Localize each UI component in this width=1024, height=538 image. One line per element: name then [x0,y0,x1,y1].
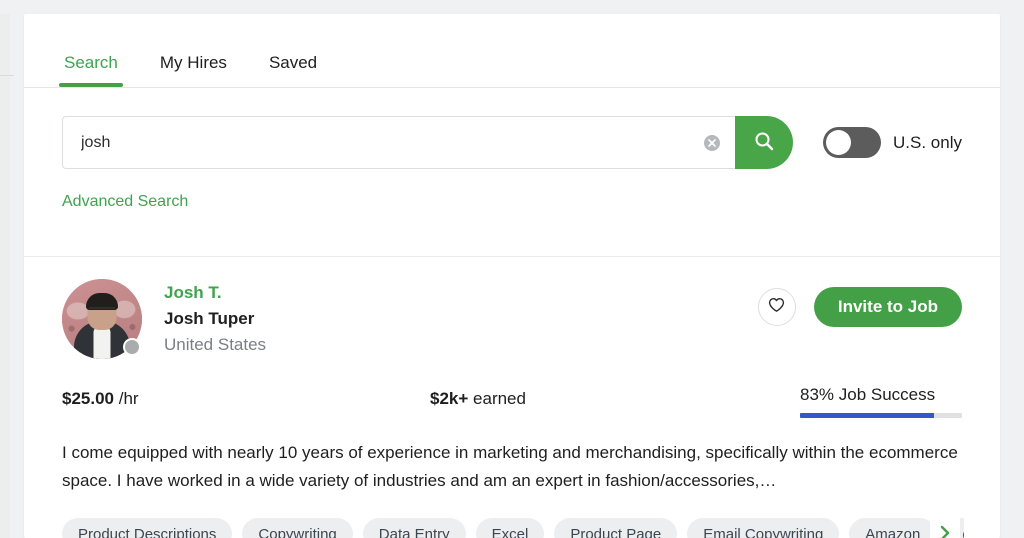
search-button[interactable] [735,116,793,169]
skill-tags-row: Product Descriptions Copywriting Data Entr… [62,517,964,538]
skill-tag[interactable]: Email Copywriting [687,518,839,538]
us-only-label: U.S. only [893,133,962,153]
avatar-wrapper [62,279,142,359]
hourly-rate: $25.00 /hr [62,389,139,409]
heart-icon [768,297,785,318]
tab-my-hires-label: My Hires [160,53,227,72]
skill-tag[interactable]: Excel [476,518,545,538]
result-header: Josh T. Josh Tuper United States Invite … [62,279,962,359]
advanced-search-link[interactable]: Advanced Search [62,193,188,211]
skill-tag[interactable]: Product Descriptions [62,518,232,538]
toggle-knob [826,130,851,155]
skill-tag[interactable]: Copywriting [242,518,352,538]
tab-saved-label: Saved [269,53,317,72]
avatar-shirt [94,327,111,359]
job-success-track [800,413,962,418]
status-indicator-offline [123,338,141,356]
total-earned-label: earned [473,389,526,408]
job-success-fill [800,413,934,418]
freelancer-location: United States [164,332,266,358]
tab-search[interactable]: Search [62,53,120,87]
search-input-container[interactable] [62,116,735,169]
tab-my-hires[interactable]: My Hires [158,53,229,87]
avatar-glasses [89,307,115,314]
search-card: Search My Hires Saved [24,14,1000,538]
skill-tag[interactable]: Amazon [849,518,936,538]
tab-bar: Search My Hires Saved [24,14,1000,88]
us-only-group: U.S. only [823,127,962,158]
invite-to-job-button[interactable]: Invite to Job [814,287,962,327]
clear-circle-icon[interactable] [703,134,721,152]
result-actions: Invite to Job [758,279,962,327]
total-earned-amount: $2k+ [430,389,468,408]
hourly-rate-unit: /hr [119,389,139,408]
search-section: U.S. only Advanced Search [24,88,1000,256]
search-row: U.S. only [62,116,962,169]
search-input[interactable] [81,134,691,152]
job-success-block: 83% Job Success [800,385,962,418]
freelancer-result-item: Josh T. Josh Tuper United States Invite … [24,257,1000,538]
page-root: Search My Hires Saved [0,0,1024,538]
freelancer-full-name: Josh Tuper [164,306,266,332]
tab-search-label: Search [64,53,118,72]
left-edge-divider [0,75,14,76]
search-icon [753,130,775,155]
stats-row: $25.00 /hr $2k+ earned 83% Job Success [62,389,962,435]
skill-tag[interactable]: Data Entry [363,518,466,538]
skill-tag[interactable]: Product Page [554,518,677,538]
search-field-group [62,116,793,169]
favorite-button[interactable] [758,288,796,326]
hourly-rate-amount: $25.00 [62,389,114,408]
total-earned: $2k+ earned [430,389,526,409]
freelancer-description: I come equipped with nearly 10 years of … [62,439,962,495]
freelancer-handle[interactable]: Josh T. [164,281,266,306]
us-only-toggle[interactable] [823,127,881,158]
tab-saved[interactable]: Saved [267,53,319,87]
job-success-label: 83% Job Success [800,385,962,405]
left-edge-panel [0,14,10,538]
chevron-right-icon[interactable] [930,518,960,538]
identity-block: Josh T. Josh Tuper United States [164,279,266,357]
